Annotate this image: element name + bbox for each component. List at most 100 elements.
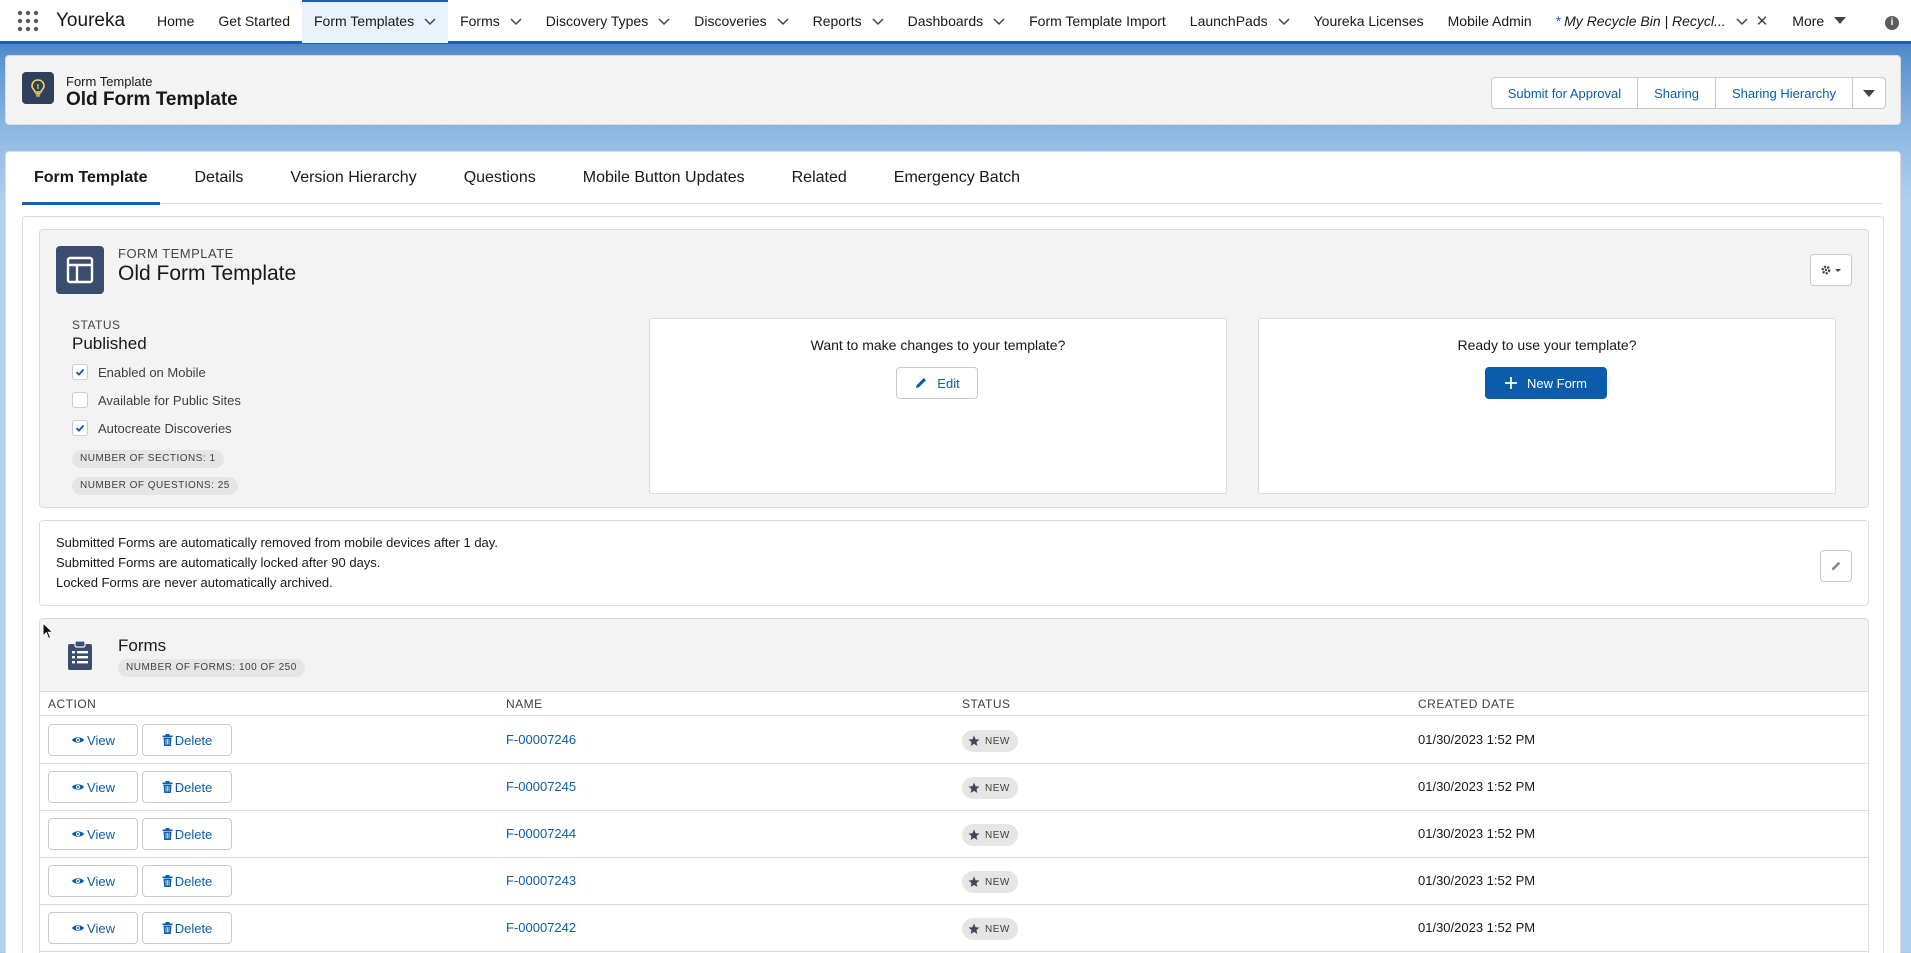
tab-form-template[interactable]: Form Template: [22, 152, 160, 205]
tab-content: FORM TEMPLATE Old Form Template STATUS P…: [22, 216, 1884, 953]
edit-template-box: Want to make changes to your template? E…: [649, 318, 1227, 494]
view-button-label: View: [87, 732, 115, 748]
status-badge-label: NEW: [985, 735, 1010, 747]
status-value: Published: [72, 334, 147, 353]
nav-item-form-templates[interactable]: Form Templates: [301, 0, 449, 43]
nav-item-discoveries[interactable]: Discoveries: [682, 0, 800, 43]
more-actions-button[interactable]: [1853, 77, 1886, 109]
app-launcher-icon[interactable]: [0, 0, 56, 43]
close-icon[interactable]: ✕: [1756, 12, 1769, 30]
unsaved-star: *: [1555, 12, 1562, 29]
delete-button[interactable]: Delete: [142, 724, 232, 756]
status-badge: NEW: [962, 777, 1018, 799]
tab-emergency-batch[interactable]: Emergency Batch: [882, 152, 1032, 204]
nav-tab-recycle-bin[interactable]: * My Recycle Bin | Recycl... ✕: [1544, 0, 1781, 43]
nav-item-launchpads[interactable]: LaunchPads: [1178, 0, 1302, 43]
tab-version-hierarchy[interactable]: Version Hierarchy: [278, 152, 428, 204]
chevron-down-icon[interactable]: [872, 15, 884, 27]
view-button[interactable]: View: [48, 771, 138, 803]
chevron-down-icon[interactable]: [424, 15, 436, 27]
table-header: ACTION NAME STATUS CREATED DATE: [40, 692, 1868, 716]
created-date: 01/30/2023 1:52 PM: [1418, 920, 1536, 935]
nav-item-discovery-types[interactable]: Discovery Types: [534, 0, 682, 43]
clipboard-list-icon: [68, 640, 92, 670]
nav-item-youreka-licenses[interactable]: Youreka Licenses: [1302, 0, 1436, 43]
view-button[interactable]: View: [48, 912, 138, 944]
settings-button[interactable]: [1810, 254, 1852, 286]
chevron-down-icon[interactable]: [1736, 15, 1748, 27]
status-badge: NEW: [962, 871, 1018, 893]
delete-button[interactable]: Delete: [142, 818, 232, 850]
chevron-down-icon[interactable]: [658, 15, 670, 27]
tab-related[interactable]: Related: [780, 152, 859, 204]
nav-item-home[interactable]: Home: [145, 0, 206, 43]
delete-button-label: Delete: [174, 826, 213, 842]
status-badge-label: NEW: [985, 829, 1010, 841]
edit-prompt: Want to make changes to your template?: [810, 337, 1066, 353]
delete-button[interactable]: Delete: [142, 865, 232, 897]
table-row: View Delete F-00007245 NEW 01/30/2023 1:52 P…: [40, 764, 1868, 811]
tab-questions[interactable]: Questions: [452, 152, 548, 204]
status-badge-label: NEW: [985, 782, 1010, 794]
sharing-button[interactable]: Sharing: [1638, 77, 1716, 109]
nav-item-get-started[interactable]: Get Started: [206, 0, 302, 43]
tab-details[interactable]: Details: [183, 152, 256, 204]
checkbox[interactable]: [72, 364, 88, 380]
nav-item-dashboards[interactable]: Dashboards: [896, 0, 1018, 43]
view-button[interactable]: View: [48, 865, 138, 897]
status-badge: NEW: [962, 918, 1018, 940]
view-button[interactable]: View: [48, 724, 138, 756]
trash-icon: [162, 734, 173, 746]
checkbox-autocreate-discoveries[interactable]: Autocreate Discoveries: [72, 420, 232, 436]
nav-item-forms[interactable]: Forms: [448, 0, 534, 43]
checkmark-icon: [75, 368, 85, 376]
use-prompt: Ready to use your template?: [1457, 337, 1637, 353]
submit-for-approval-button[interactable]: Submit for Approval: [1490, 77, 1639, 109]
nav-item-reports[interactable]: Reports: [801, 0, 896, 43]
form-name-link[interactable]: F-00007242: [506, 920, 576, 935]
view-button[interactable]: View: [48, 818, 138, 850]
checkbox-enabled-on-mobile[interactable]: Enabled on Mobile: [72, 364, 206, 380]
chevron-down-icon[interactable]: [1278, 15, 1290, 27]
edit-retention-button[interactable]: [1820, 550, 1852, 582]
eye-icon: [72, 737, 85, 743]
chevron-down-icon[interactable]: [510, 15, 522, 27]
tab-mobile-button-updates[interactable]: Mobile Button Updates: [571, 152, 757, 204]
form-name-link[interactable]: F-00007243: [506, 873, 576, 888]
checkbox-label: Available for Public Sites: [98, 392, 241, 408]
checkbox-available-for-public-sites[interactable]: Available for Public Sites: [72, 392, 241, 408]
checkbox[interactable]: [72, 420, 88, 436]
chevron-down-icon[interactable]: [993, 15, 1005, 27]
nav-item-label: Forms: [460, 12, 500, 29]
table-row: View Delete F-00007243 NEW 01/30/2023 1:52 P…: [40, 858, 1868, 905]
nav-item-mobile-admin[interactable]: Mobile Admin: [1436, 0, 1544, 43]
nav-item-label: Discoveries: [694, 12, 767, 29]
nav-item-label: LaunchPads: [1189, 12, 1268, 29]
record-title: Old Form Template: [66, 89, 238, 110]
view-button-label: View: [87, 873, 115, 889]
nav-more[interactable]: More: [1780, 0, 1858, 43]
chevron-down-icon[interactable]: [777, 15, 789, 27]
forms-list: Forms NUMBER OF FORMS: 100 OF 250 ACTION…: [39, 618, 1869, 953]
form-name-link[interactable]: F-00007245: [506, 779, 576, 794]
edit-button[interactable]: Edit: [896, 367, 978, 399]
column-header-status[interactable]: STATUS: [962, 697, 1011, 711]
info-icon[interactable]: i: [1885, 16, 1899, 30]
nav-item-label: Discovery Types: [545, 12, 649, 29]
column-header-name[interactable]: NAME: [506, 697, 543, 711]
form-name-link[interactable]: F-00007246: [506, 732, 576, 747]
delete-button[interactable]: Delete: [142, 771, 232, 803]
sharing-hierarchy-button[interactable]: Sharing Hierarchy: [1715, 77, 1853, 109]
nav-item-form-template-import[interactable]: Form Template Import: [1017, 0, 1178, 43]
nav-item-label: Mobile Admin: [1447, 12, 1532, 29]
form-name-link[interactable]: F-00007244: [506, 826, 576, 841]
status-badge: NEW: [962, 730, 1018, 752]
new-form-button[interactable]: New Form: [1485, 367, 1607, 399]
summary-title: Old Form Template: [118, 262, 297, 285]
delete-button[interactable]: Delete: [142, 912, 232, 944]
plus-icon: [1505, 377, 1518, 389]
table-row: View Delete F-00007242 NEW 01/30/2023 1:52 P…: [40, 905, 1868, 952]
mouse-cursor-icon: [42, 622, 54, 640]
column-header-created-date[interactable]: CREATED DATE: [1418, 697, 1515, 711]
checkbox[interactable]: [72, 392, 88, 408]
